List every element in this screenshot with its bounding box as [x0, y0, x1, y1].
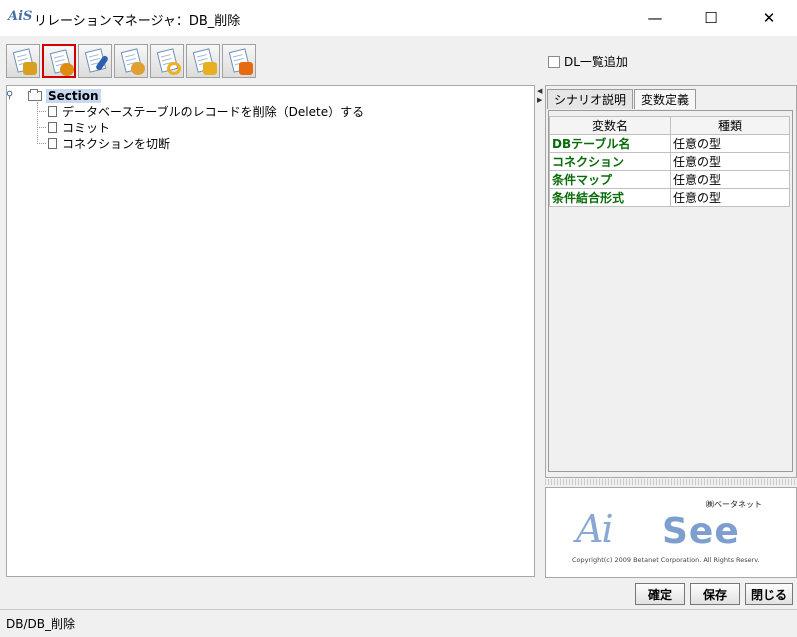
app-logo-icon: AiS	[8, 9, 33, 24]
file-icon	[48, 105, 57, 117]
toolbar-button-import[interactable]	[222, 44, 256, 78]
tree-node-disconnect[interactable]: コネクションを切断	[48, 135, 170, 151]
table-row[interactable]: 条件マップ 任意の型	[549, 170, 790, 189]
title-bar: AiS リレーションマネージャ：DB_削除 — ☐ ✕	[0, 0, 797, 36]
tree-node-label: データベーステーブルのレコードを削除（Delete）する	[62, 104, 365, 119]
variable-table: 変数名 種類 DBテーブル名 任意の型 コネクション 任意の型 条件マップ 任意…	[549, 116, 790, 207]
tab-variable-definition[interactable]: 変数定義	[634, 89, 697, 109]
tree-connector	[37, 102, 38, 144]
file-icon	[48, 137, 57, 149]
tree-root-handle-icon[interactable]: ⚲	[6, 91, 16, 101]
tree-node-commit[interactable]: コミット	[48, 119, 110, 135]
horizontal-splitter[interactable]	[545, 479, 797, 485]
aisee-logo-text: See	[662, 511, 740, 552]
variable-type-cell[interactable]: 任意の型	[670, 188, 790, 207]
table-row[interactable]: 条件結合形式 任意の型	[549, 188, 790, 207]
dl-add-checkbox-row[interactable]: DL一覧追加	[548, 53, 628, 70]
save-button[interactable]: 保存	[690, 583, 740, 605]
aisee-logo-mark: Ai	[576, 507, 614, 551]
tree-node-label: コネクションを切断	[62, 136, 171, 151]
variable-type-cell[interactable]: 任意の型	[670, 152, 790, 171]
file-icon	[48, 121, 57, 133]
copyright-text: Copyright(c) 2009 Betanet Corporation. A…	[572, 556, 760, 564]
toolbar-button-edit[interactable]	[6, 44, 40, 78]
scenario-tree-panel[interactable]	[6, 85, 535, 577]
variable-name-cell[interactable]: DBテーブル名	[549, 134, 671, 153]
toolbar-button-pen[interactable]	[78, 44, 112, 78]
variable-type-cell[interactable]: 任意の型	[670, 170, 790, 189]
tree-root-label: Section	[46, 89, 101, 103]
status-path: DB/DB_削除	[6, 617, 75, 631]
toolbar-button-cut[interactable]	[114, 44, 148, 78]
variable-name-cell[interactable]: コネクション	[549, 152, 671, 171]
variable-type-cell[interactable]: 任意の型	[670, 134, 790, 153]
variable-name-cell[interactable]: 条件結合形式	[549, 188, 671, 207]
vertical-splitter[interactable]: ◀ ▶	[536, 85, 544, 577]
dl-add-label: DL一覧追加	[564, 55, 628, 69]
status-divider	[0, 609, 797, 610]
collapse-left-icon[interactable]: ◀	[537, 88, 542, 95]
tree-node-label: コミット	[62, 120, 111, 135]
window-close-button[interactable]: ✕	[746, 0, 792, 36]
company-name: ㈱ベータネット	[706, 500, 762, 509]
minimize-button[interactable]: —	[632, 0, 678, 36]
table-row[interactable]: DBテーブル名 任意の型	[549, 134, 790, 153]
folder-icon	[28, 89, 42, 101]
table-row[interactable]: コネクション 任意の型	[549, 152, 790, 171]
toolbar-button-settings[interactable]	[42, 44, 76, 78]
collapse-right-icon[interactable]: ▶	[537, 97, 542, 104]
column-header-variable-name[interactable]: 変数名	[549, 116, 671, 135]
tab-scenario-description[interactable]: シナリオ説明	[547, 89, 634, 109]
toolbar	[6, 44, 256, 78]
maximize-button[interactable]: ☐	[688, 0, 734, 36]
toolbar-button-refresh[interactable]	[150, 44, 184, 78]
dl-add-checkbox[interactable]	[548, 55, 560, 68]
tab-strip: シナリオ説明 変数定義	[547, 89, 697, 109]
toolbar-button-export[interactable]	[186, 44, 220, 78]
close-button[interactable]: 閉じる	[745, 583, 793, 605]
window-title: リレーションマネージャ：DB_削除	[34, 14, 241, 29]
variable-name-cell[interactable]: 条件マップ	[549, 170, 671, 189]
confirm-button[interactable]: 確定	[635, 583, 685, 605]
column-header-type[interactable]: 種類	[670, 116, 790, 135]
tree-node-delete[interactable]: データベーステーブルのレコードを削除（Delete）する	[48, 103, 364, 119]
